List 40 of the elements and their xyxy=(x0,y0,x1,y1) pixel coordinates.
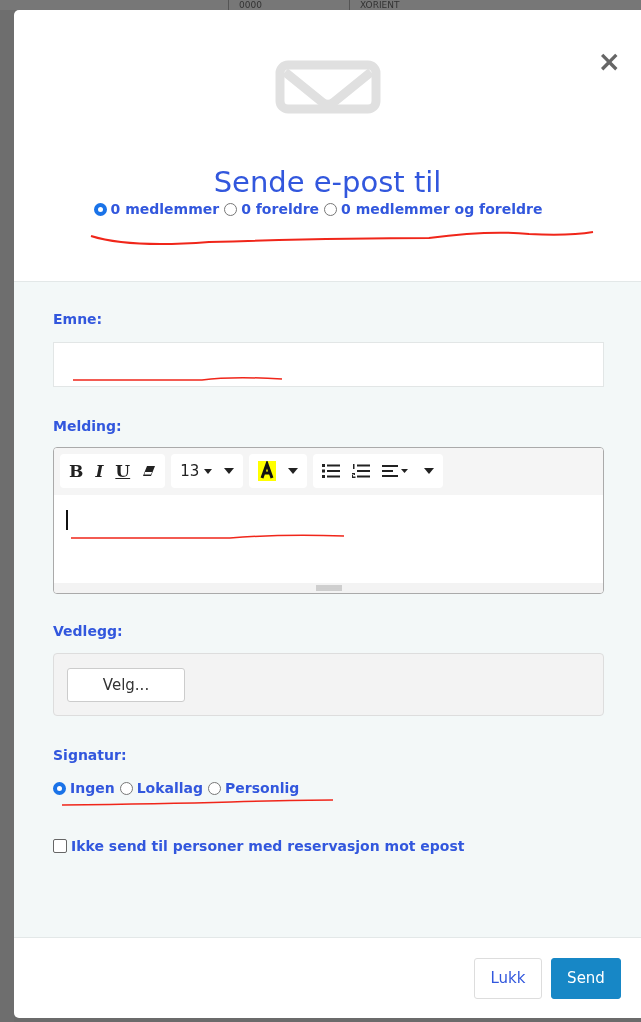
close-button[interactable]: × xyxy=(593,48,625,76)
field-label: Vedlegg: xyxy=(53,622,124,640)
caret-icon[interactable] xyxy=(424,468,434,474)
field-label: Melding: xyxy=(53,417,123,435)
radio-button[interactable] xyxy=(53,781,66,795)
radio-button[interactable] xyxy=(208,781,222,795)
highlight-color-icon[interactable] xyxy=(258,461,276,481)
checkbox[interactable] xyxy=(53,839,67,853)
send-button[interactable]: Send xyxy=(551,957,621,999)
radio-label: Personlig xyxy=(225,780,300,796)
radio-label: 0 foreldre xyxy=(241,201,320,217)
eraser-icon[interactable] xyxy=(142,465,157,477)
bold-button[interactable]: B xyxy=(69,461,84,481)
caret-icon xyxy=(204,469,212,474)
radio-button[interactable] xyxy=(224,202,238,216)
resize-handle-icon[interactable] xyxy=(315,585,342,591)
bullet-list-icon[interactable] xyxy=(322,464,340,478)
radio-label: 0 medlemmer og foreldre xyxy=(341,201,543,217)
numbered-list-icon[interactable] xyxy=(352,464,370,478)
close-dialog-button[interactable]: Lukk xyxy=(474,957,542,999)
caret-icon[interactable] xyxy=(288,468,298,474)
font-size-dropdown[interactable]: 13 xyxy=(180,461,212,481)
choose-file-button[interactable]: Velg... xyxy=(67,667,185,702)
message-editor[interactable]: B I U 13 xyxy=(53,447,604,594)
underline-button[interactable]: U xyxy=(115,461,131,481)
radio-button[interactable] xyxy=(324,202,338,216)
text-cursor xyxy=(66,510,68,530)
field-label: Signatur: xyxy=(53,746,128,764)
checkbox-label: Ikke send til personer med reservasjon mot epost xyxy=(71,838,465,854)
envelope-icon xyxy=(274,60,381,114)
radio-label: Ingen xyxy=(70,780,115,796)
radio-label: 0 medlemmer xyxy=(110,201,220,217)
caret-icon[interactable] xyxy=(224,468,234,474)
radio-button[interactable] xyxy=(119,781,133,795)
field-label: Emne: xyxy=(53,310,104,328)
radio-button[interactable] xyxy=(93,202,107,216)
dialog-title: Sende e-post til xyxy=(213,164,442,200)
subject-field[interactable] xyxy=(53,342,604,387)
italic-button[interactable]: I xyxy=(95,461,104,481)
radio-label: Lokallag xyxy=(136,780,204,796)
